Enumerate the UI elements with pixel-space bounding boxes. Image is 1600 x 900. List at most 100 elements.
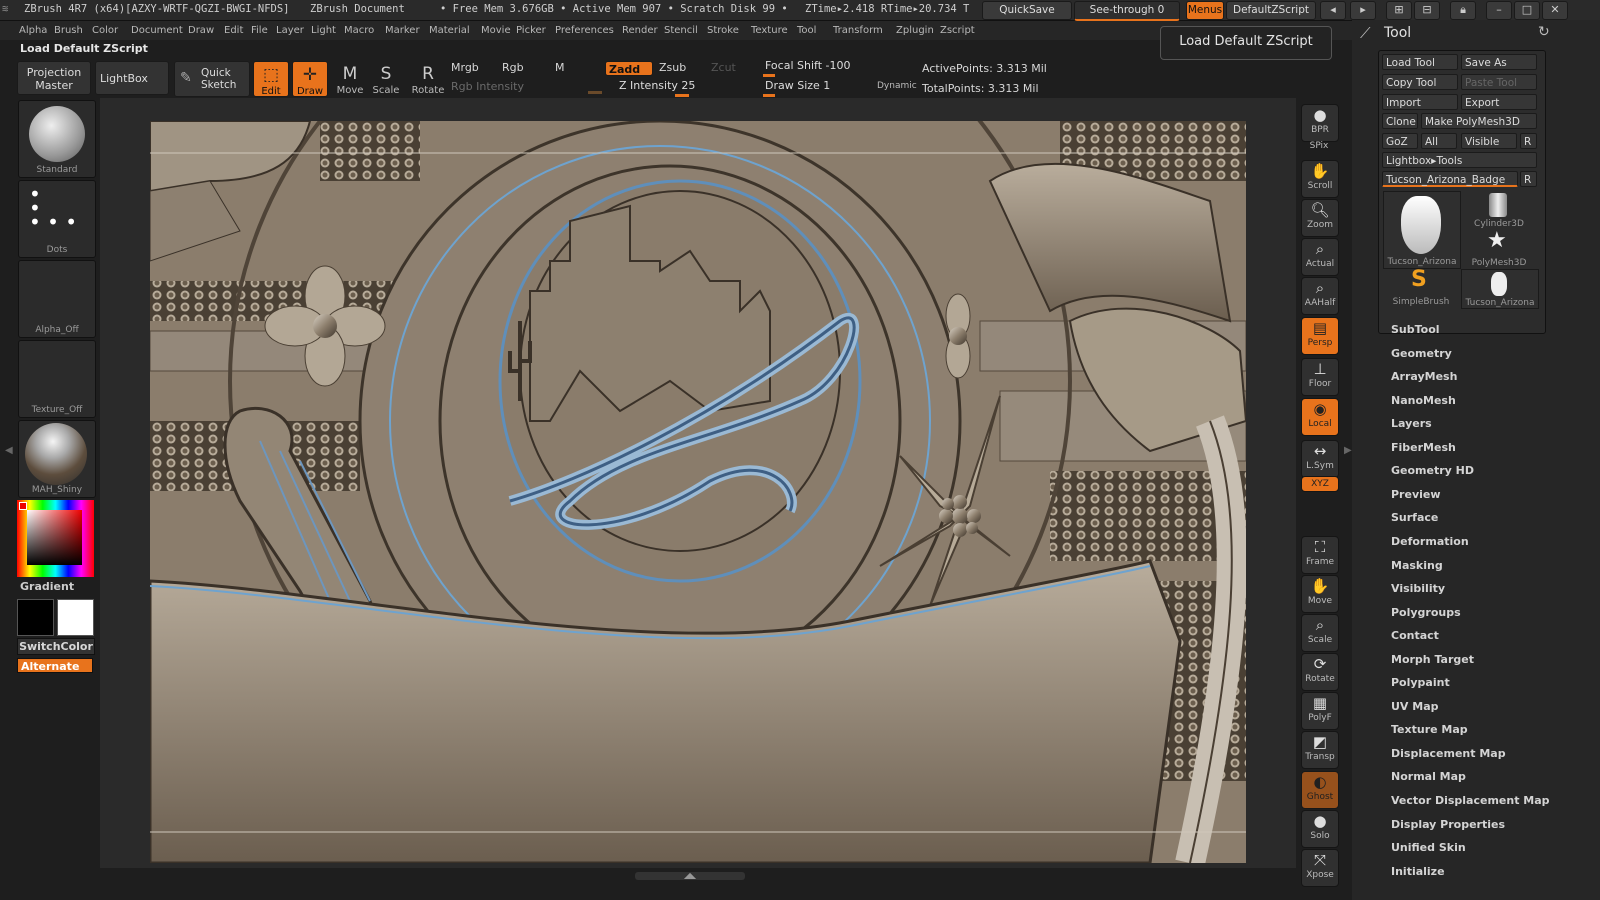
import-button[interactable]: Import [1382,94,1458,110]
bottom-shelf-toggle[interactable]: ◢◣ [635,872,745,880]
see-through-slider[interactable]: See-through 0 [1074,1,1180,21]
menu-file[interactable]: File [251,25,268,36]
tool-section-displacement-map[interactable]: Displacement Map [1391,747,1506,760]
tool-section-display-properties[interactable]: Display Properties [1391,818,1505,831]
r-tool-button[interactable]: R [1520,171,1537,187]
tool-section-arraymesh[interactable]: ArrayMesh [1391,370,1457,383]
edit-button[interactable]: ⬚ Edit [253,61,289,97]
menu-layer[interactable]: Layer [276,25,304,36]
menu-render[interactable]: Render [622,25,658,36]
visible-button[interactable]: Visible [1461,133,1517,149]
default-zscript-button[interactable]: DefaultZScript [1226,1,1316,20]
menu-color[interactable]: Color [92,25,118,36]
menu-edit[interactable]: Edit [224,25,243,36]
tool-section-surface[interactable]: Surface [1391,511,1438,524]
tool-section-nanomesh[interactable]: NanoMesh [1391,394,1456,407]
menu-tool[interactable]: Tool [797,25,816,36]
shelf-scroll-button[interactable]: ✋ Scroll [1301,160,1339,198]
tool-section-texture-map[interactable]: Texture Map [1391,723,1468,736]
tool-thumb-badge-2[interactable]: Tucson_Arizona [1461,269,1539,309]
tool-section-masking[interactable]: Masking [1391,559,1443,572]
shelf-spix-button[interactable]: SPix [1301,141,1337,155]
move-button[interactable]: M Move [330,61,370,101]
tool-section-fibermesh[interactable]: FiberMesh [1391,441,1456,454]
m-button[interactable]: M [555,61,565,74]
tool-section-polypaint[interactable]: Polypaint [1391,676,1450,689]
zsub-button[interactable]: Zsub [659,61,686,74]
tool-section-visibility[interactable]: Visibility [1391,582,1445,595]
dynamic-toggle[interactable]: Dynamic [877,81,917,91]
menu-stencil[interactable]: Stencil [664,25,698,36]
color-square[interactable] [27,510,82,565]
projection-master-button[interactable]: Projection Master [17,61,91,95]
tool-section-initialize[interactable]: Initialize [1391,865,1445,878]
shelf-scale-button[interactable]: ⌕ Scale [1301,614,1339,652]
secondary-color-swatch[interactable] [17,599,54,636]
shelf-rotate-button[interactable]: ⟳ Rotate [1301,653,1339,691]
color-picker[interactable] [17,500,94,577]
menu-transform[interactable]: Transform [833,25,883,36]
tool-thumb-cylinder[interactable]: Cylinder3D [1461,191,1537,229]
zcut-button[interactable]: Zcut [711,61,736,74]
shelf-l-sym-button[interactable]: ↔ L.Sym [1301,440,1339,478]
quicksave-button[interactable]: QuickSave [982,1,1072,20]
shelf-solo-button[interactable]: ● Solo [1301,810,1339,848]
draw-button[interactable]: ✛ Draw [292,61,328,97]
lightbox-button[interactable]: LightBox [95,61,169,95]
tool-section-geometry[interactable]: Geometry [1391,347,1452,360]
menus-button[interactable]: Menus [1186,1,1224,20]
menu-zscript[interactable]: Zscript [940,25,975,36]
shelf-bpr-button[interactable]: ● BPR [1301,104,1339,142]
menu-movie[interactable]: Movie [481,25,511,36]
all-button[interactable]: All [1421,133,1457,149]
alpha-slot[interactable]: Alpha_Off [18,260,96,338]
rotate-button[interactable]: R Rotate [408,61,448,101]
shelf-persp-button[interactable]: ▤ Persp [1301,317,1339,355]
menu-texture[interactable]: Texture [751,25,788,36]
tool-section-subtool[interactable]: SubTool [1391,323,1440,336]
copy-tool-button[interactable]: Copy Tool [1382,74,1458,90]
menu-material[interactable]: Material [429,25,470,36]
menu-draw[interactable]: Draw [188,25,214,36]
lock-icon[interactable]: 🔒︎ [1450,1,1476,20]
scale-button[interactable]: S Scale [366,61,406,101]
shelf-xpose-button[interactable]: ⤧ Xpose [1301,849,1339,887]
shelf-frame-button[interactable]: ⛶ Frame [1301,536,1339,574]
quick-sketch-button[interactable]: ✎ Quick Sketch [174,61,250,97]
shelf-actual-button[interactable]: ⌕ Actual [1301,238,1339,276]
tool-section-layers[interactable]: Layers [1391,417,1432,430]
palette-icon[interactable]: ⊟ [1414,1,1440,20]
material-slot[interactable]: MAH_Shiny [18,420,96,498]
right-collapse-icon[interactable]: ▶ [1344,445,1352,456]
maximize-icon[interactable]: □ [1514,1,1540,20]
tool-section-polygroups[interactable]: Polygroups [1391,606,1461,619]
tool-section-vector-displacement-map[interactable]: Vector Displacement Map [1391,794,1550,807]
draw-size-slider[interactable]: Draw Size 1 [763,79,883,97]
menu-stroke[interactable]: Stroke [707,25,739,36]
rgb-button[interactable]: Rgb [502,61,524,74]
menu-macro[interactable]: Macro [344,25,374,36]
load-tool-button[interactable]: Load Tool [1382,54,1458,70]
export-button[interactable]: Export [1461,94,1537,110]
alternate-button[interactable]: Alternate [17,658,93,673]
mrgb-button[interactable]: Mrgb [451,61,479,74]
menu-zplugin[interactable]: Zplugin [896,25,934,36]
scroll-left-icon[interactable]: ◂ [1320,1,1346,20]
shelf-local-button[interactable]: ◉ Local [1301,398,1339,436]
main-color-swatch[interactable] [57,599,94,636]
menu-preferences[interactable]: Preferences [555,25,614,36]
tool-thumb-polymesh[interactable]: ★ PolyMesh3D [1461,228,1537,268]
clone-button[interactable]: Clone [1382,113,1418,129]
refresh-icon[interactable]: ↻ [1538,24,1550,40]
gradient-label[interactable]: Gradient [20,580,74,593]
tool-thumb-badge[interactable]: Tucson_Arizona [1383,191,1461,269]
rgb-intensity-slider[interactable]: Rgb Intensity [451,80,524,93]
menu-light[interactable]: Light [311,25,336,36]
tool-section-morph-target[interactable]: Morph Target [1391,653,1474,666]
menu-picker[interactable]: Picker [516,25,546,36]
z-intensity-slider[interactable]: Z Intensity 25 [605,79,755,97]
focal-shift-slider[interactable]: Focal Shift -100 [763,59,913,77]
tool-thumb-simplebrush[interactable]: S SimpleBrush [1383,267,1459,307]
layout-icon[interactable]: ⊞ [1386,1,1412,20]
paste-tool-button[interactable]: Paste Tool [1461,74,1537,90]
